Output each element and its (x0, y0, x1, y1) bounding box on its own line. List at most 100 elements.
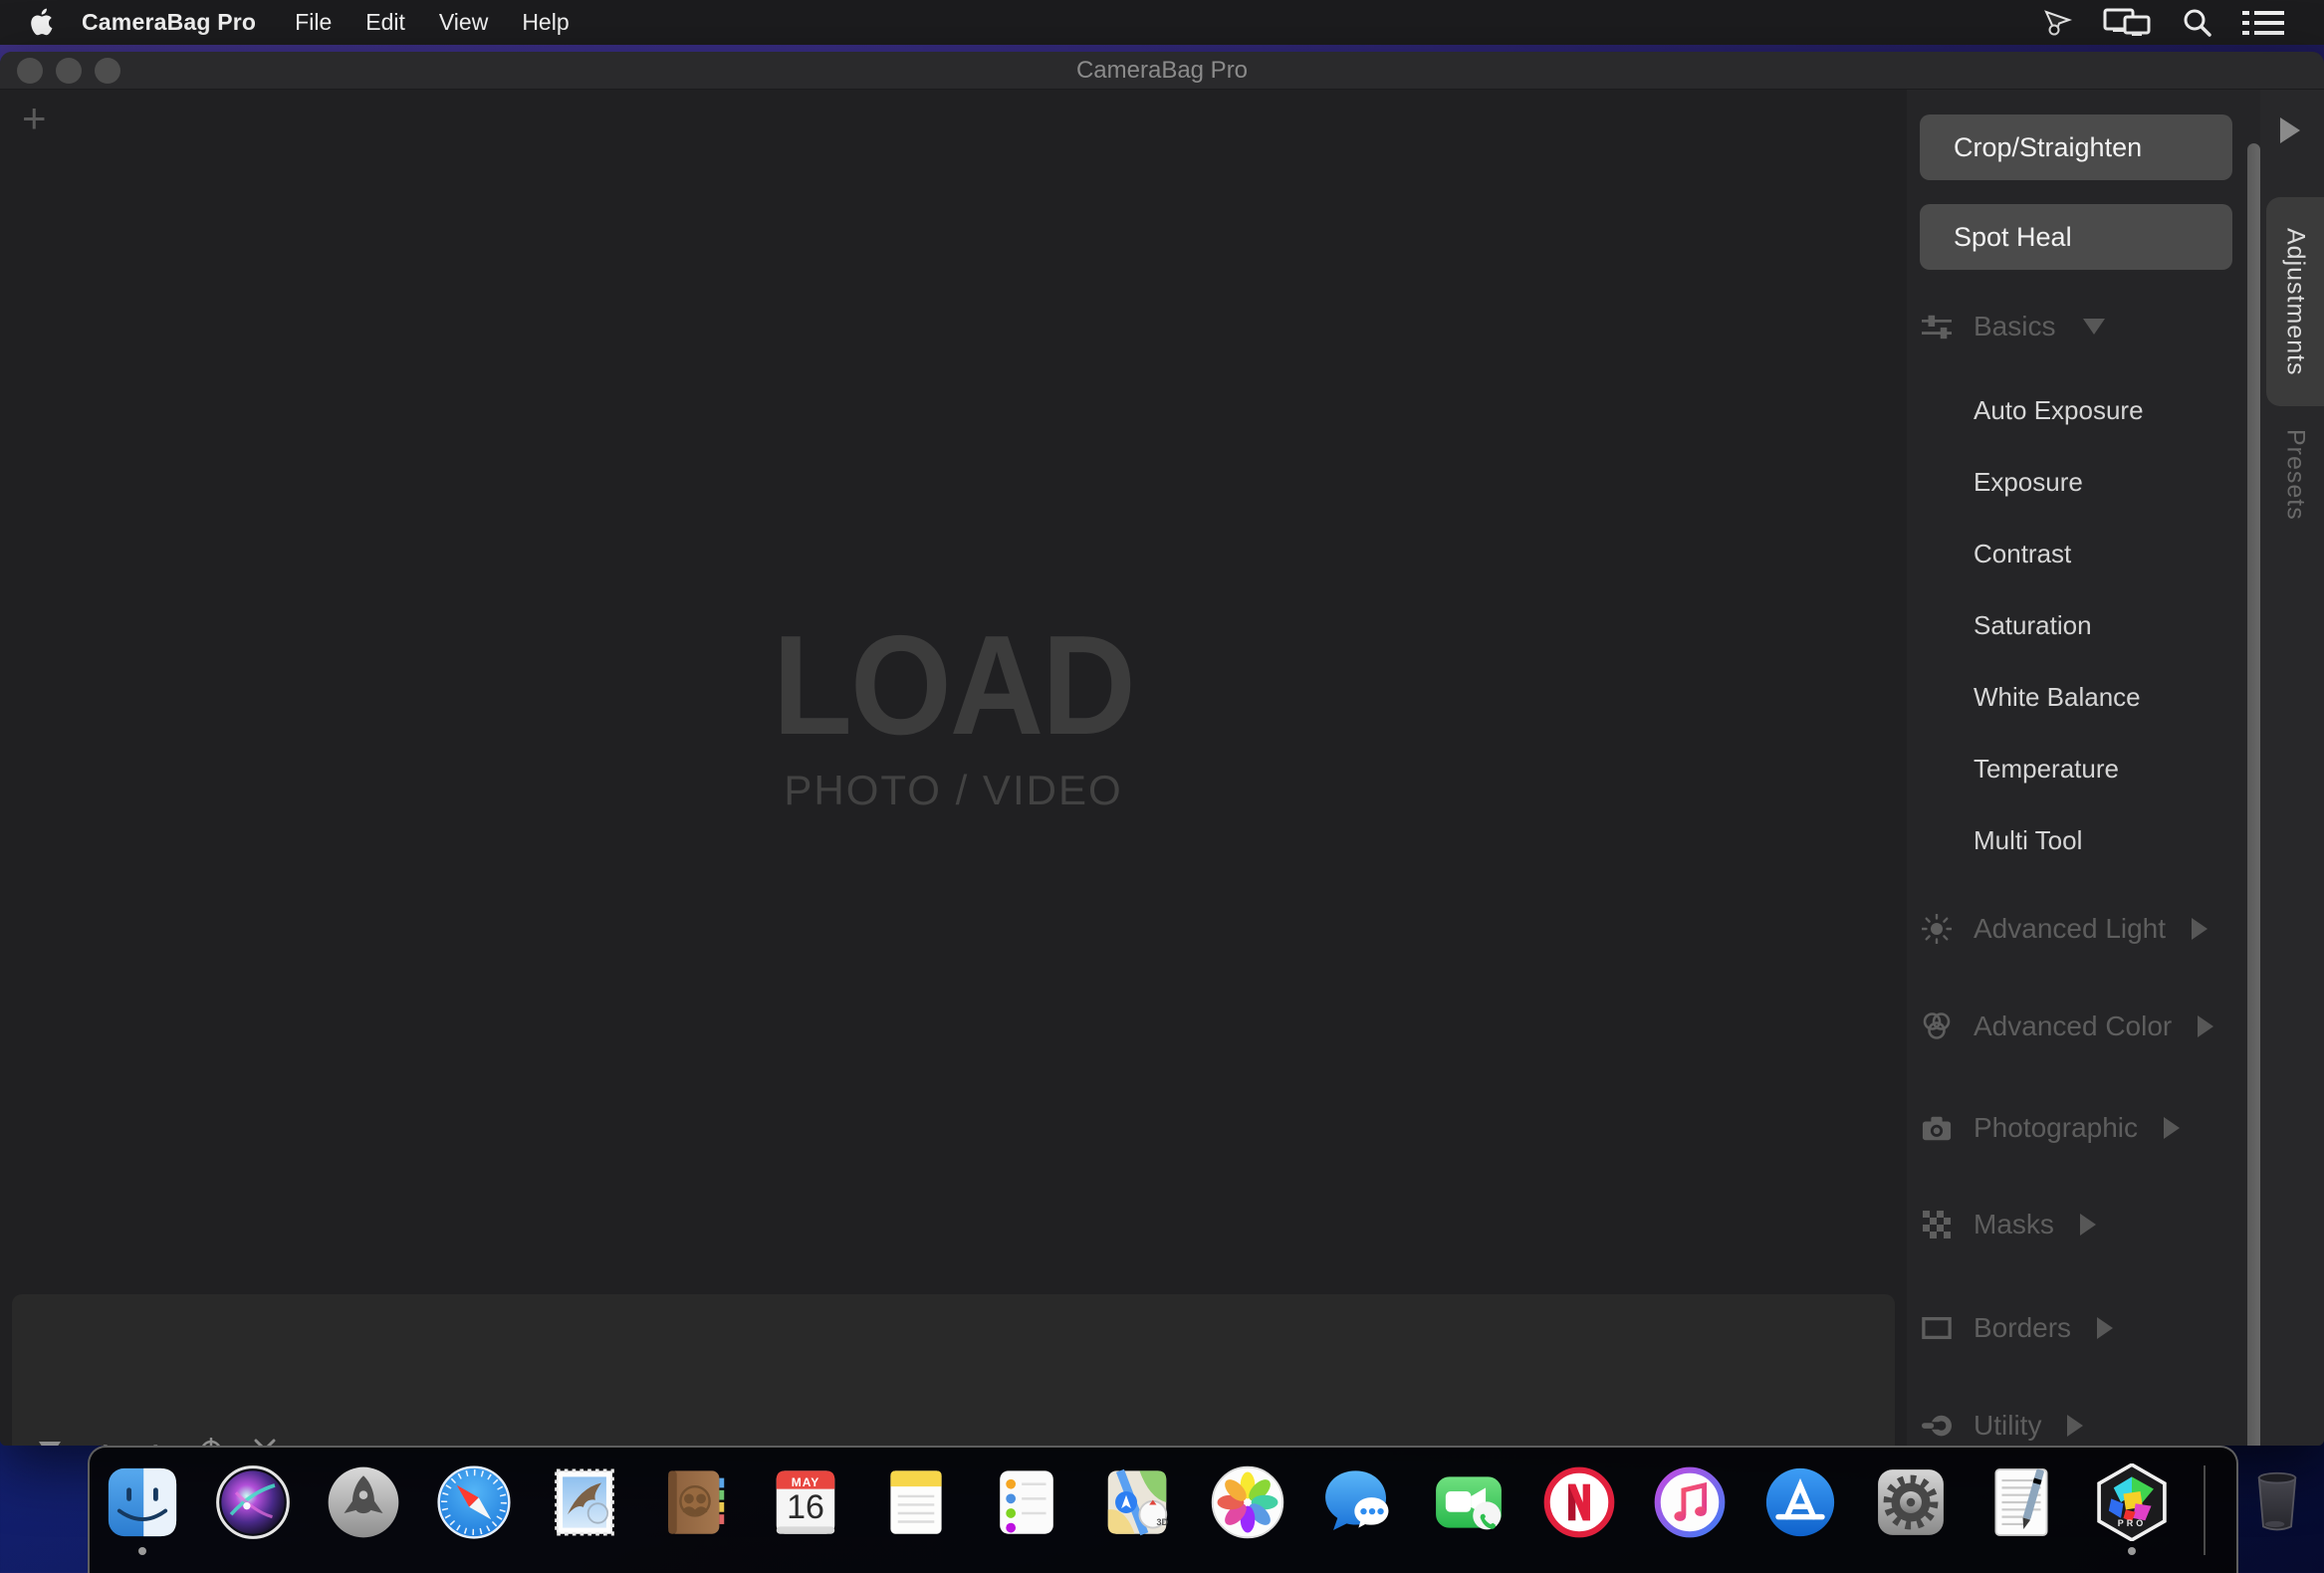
dock-icon-mail[interactable] (546, 1463, 623, 1541)
dock-icon-app-store[interactable] (1761, 1463, 1839, 1541)
chevron-right-icon (2164, 1117, 2181, 1139)
sidebar-scrollbar[interactable] (2247, 143, 2260, 1446)
right-tab-strip: Adjustments Presets (2260, 90, 2324, 1446)
sliders-icon (1922, 312, 1952, 341)
camerabag-window: CameraBag Pro + LOAD PHOTO / VIDEO ‹ › C… (0, 52, 2324, 1446)
frame-icon (1922, 1313, 1952, 1343)
traffic-lights (17, 58, 120, 84)
dock-icon-facetime[interactable] (1430, 1463, 1508, 1541)
menubar-app-name[interactable]: CameraBag Pro (82, 9, 256, 36)
search-icon[interactable] (2183, 8, 2212, 38)
adjustment-saturation[interactable]: Saturation (1974, 589, 2144, 661)
checkerboard-icon (1922, 1210, 1952, 1239)
section-borders-label: Borders (1974, 1312, 2072, 1343)
dock-icon-siri[interactable] (214, 1463, 292, 1541)
crop-straighten-button[interactable]: Crop/Straighten (1920, 114, 2232, 180)
close-window-button[interactable] (17, 58, 43, 84)
camera-icon (1922, 1113, 1952, 1143)
dock-icon-textedit[interactable] (1982, 1463, 2060, 1541)
adjustments-sidebar: Crop/Straighten Spot Heal Basics Auto Ex… (1907, 90, 2260, 1446)
section-borders[interactable]: Borders (1922, 1308, 2114, 1348)
adjustment-contrast[interactable]: Contrast (1974, 518, 2144, 589)
dock-icon-trash[interactable] (2238, 1463, 2316, 1541)
collapse-sidebar-icon[interactable] (2280, 117, 2300, 143)
section-advanced-light-label: Advanced Light (1974, 913, 2167, 944)
section-utility[interactable]: Utility (1922, 1406, 2084, 1446)
load-dropzone[interactable]: LOAD PHOTO / VIDEO (0, 615, 1907, 814)
tab-adjustments[interactable]: Adjustments (2266, 197, 2324, 406)
dock-icon-contacts[interactable] (656, 1463, 734, 1541)
adjustment-exposure[interactable]: Exposure (1974, 446, 2144, 518)
dock-separator (2204, 1465, 2206, 1555)
photo-canvas: + LOAD PHOTO / VIDEO ‹ › (0, 90, 1907, 1446)
previous-photo-button[interactable]: ‹ (92, 1435, 116, 1447)
dock-icon-camerabag-pro[interactable]: PRO (2093, 1463, 2171, 1555)
apple-menu-icon[interactable] (30, 8, 56, 38)
calendar-day-label: 16 (787, 1488, 824, 1526)
chevron-right-icon (2079, 1214, 2096, 1236)
dock-icon-safari[interactable] (435, 1463, 513, 1541)
chevron-right-icon (2067, 1415, 2084, 1437)
add-photo-button[interactable]: + (22, 98, 47, 139)
venn-circles-icon (1922, 1011, 1952, 1041)
calendar-month-label: MAY (791, 1475, 820, 1489)
menu-edit[interactable]: Edit (349, 9, 422, 36)
tab-presets[interactable]: Presets (2266, 420, 2324, 530)
chevron-right-icon (2198, 1015, 2214, 1037)
dock-icon-itunes[interactable] (1651, 1463, 1729, 1541)
load-subtitle: PHOTO / VIDEO (784, 767, 1123, 813)
section-masks-label: Masks (1974, 1209, 2054, 1239)
filmstrip-panel: ‹ › (12, 1294, 1895, 1446)
section-utility-label: Utility (1974, 1410, 2042, 1441)
menu-file[interactable]: File (278, 9, 349, 36)
power-icon[interactable] (199, 1438, 223, 1446)
title-bar[interactable]: CameraBag Pro (0, 52, 2324, 90)
spot-heal-button[interactable]: Spot Heal (1920, 204, 2232, 270)
dock-icon-system-preferences[interactable] (1872, 1463, 1950, 1541)
dock-icon-netflix[interactable] (1540, 1463, 1618, 1541)
adjustment-white-balance[interactable]: White Balance (1974, 661, 2144, 733)
running-indicator (138, 1547, 146, 1555)
dock-icon-calendar[interactable]: MAY 16 (767, 1463, 844, 1541)
load-title: LOAD (773, 606, 1136, 765)
section-masks[interactable]: Masks (1922, 1205, 2096, 1244)
displays-icon[interactable] (2103, 8, 2153, 38)
remote-cursor-icon[interactable] (2043, 9, 2073, 37)
dock-icon-reminders[interactable] (988, 1463, 1065, 1541)
section-photographic[interactable]: Photographic (1922, 1108, 2181, 1148)
maps-3d-badge: 3D (1156, 1517, 1168, 1527)
dock-icon-launchpad[interactable] (325, 1463, 402, 1541)
wrench-icon (1922, 1411, 1952, 1441)
menu-help[interactable]: Help (505, 9, 585, 36)
tab-adjustments-label: Adjustments (2281, 227, 2310, 376)
window-title: CameraBag Pro (1075, 56, 1249, 84)
list-icon[interactable] (2242, 10, 2284, 36)
dock-icon-notes[interactable] (877, 1463, 955, 1541)
dock-icon-maps[interactable]: 3D (1098, 1463, 1176, 1541)
filmstrip-controls: ‹ › (12, 1435, 277, 1446)
minimize-window-button[interactable] (56, 58, 82, 84)
adjustment-multi-tool[interactable]: Multi Tool (1974, 804, 2144, 876)
dock-icon-finder[interactable] (104, 1463, 181, 1555)
menu-view[interactable]: View (422, 9, 505, 36)
adjustment-temperature[interactable]: Temperature (1974, 733, 2144, 804)
collapse-filmstrip-button[interactable] (38, 1438, 62, 1446)
close-icon[interactable] (253, 1438, 277, 1446)
sun-icon (1922, 914, 1952, 944)
chevron-down-icon (2083, 319, 2106, 335)
section-advanced-light[interactable]: Advanced Light (1922, 909, 2208, 949)
zoom-window-button[interactable] (95, 58, 120, 84)
chevron-right-icon (2192, 918, 2208, 940)
running-indicator (2128, 1547, 2136, 1555)
section-photographic-label: Photographic (1974, 1112, 2139, 1143)
section-advanced-color[interactable]: Advanced Color (1922, 1007, 2214, 1046)
section-advanced-color-label: Advanced Color (1974, 1011, 2173, 1041)
menubar-status-icons (2043, 8, 2284, 38)
adjustment-auto-exposure[interactable]: Auto Exposure (1974, 374, 2144, 446)
section-basics[interactable]: Basics (1922, 307, 2106, 346)
dock-icon-photos[interactable] (1209, 1463, 1286, 1541)
dock-icon-messages[interactable] (1319, 1463, 1397, 1541)
menu-bar: CameraBag Pro File Edit View Help (0, 0, 2324, 45)
next-photo-button[interactable]: › (145, 1435, 169, 1447)
dock: MAY 16 3D PRO (88, 1446, 2297, 1573)
